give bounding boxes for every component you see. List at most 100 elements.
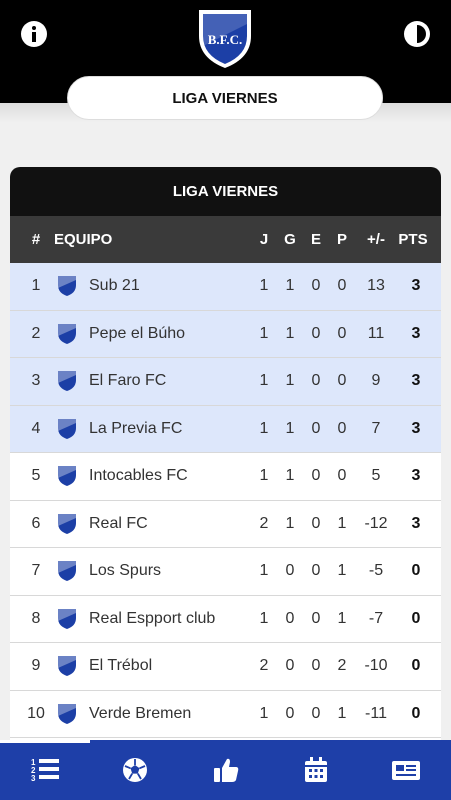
standings-body: 1 Sub 21 1 1 0 0 13 3 2 Pepe el Búho 1 1… [10,263,441,738]
team-name: Pepe el Búho [89,324,186,342]
team-name: Sub 21 [89,277,140,295]
team-shield-icon [57,453,77,500]
standings-card: LIGA VIERNES # EQUIPO J G E P +/- PTS 1 … [10,167,441,740]
row-position: 5 [31,467,41,485]
col-lost-header: P [336,231,347,248]
table-row[interactable]: 8 Real Espport club 1 0 0 1 -7 0 [10,595,441,643]
points: 0 [411,704,421,722]
team-shield-icon [57,358,77,405]
played: 1 [259,372,269,390]
team-shield-icon [57,263,77,310]
played: 1 [259,324,269,342]
points: 0 [411,562,421,580]
won: 1 [285,372,295,390]
goal-diff: -11 [365,704,387,722]
lost: 0 [337,372,347,390]
won: 1 [285,324,295,342]
team-shield-icon [57,406,77,453]
col-team-header: EQUIPO [54,231,113,248]
lost: 1 [337,609,347,627]
drawn: 0 [311,372,321,390]
table-row[interactable]: 5 Intocables FC 1 1 0 0 5 3 [10,453,441,501]
row-position: 2 [31,324,41,342]
row-position: 4 [31,419,41,437]
team-name: Real FC [89,514,148,532]
col-drawn-header: E [310,231,321,248]
goal-diff: 5 [371,467,381,485]
row-position: 3 [31,372,41,390]
info-icon[interactable] [21,21,47,47]
table-header: # EQUIPO J G E P +/- PTS [10,216,441,263]
goal-diff: -12 [364,514,388,532]
row-position: 6 [31,514,41,532]
row-position: 7 [31,562,41,580]
played: 1 [259,609,269,627]
table-row[interactable]: 3 El Faro FC 1 1 0 0 9 3 [10,358,441,406]
table-row[interactable]: 9 El Trébol 2 0 0 2 -10 0 [10,643,441,691]
team-shield-icon [57,596,77,643]
won: 1 [285,277,295,295]
lost: 0 [337,419,347,437]
lost: 1 [337,562,347,580]
club-logo: B.F.C. [199,10,251,68]
points: 3 [411,514,421,532]
played: 2 [259,514,269,532]
table-row[interactable]: 7 Los Spurs 1 0 0 1 -5 0 [10,548,441,596]
team-shield-icon [57,548,77,595]
team-name: El Trébol [89,657,153,675]
points: 3 [411,324,421,342]
played: 1 [259,419,269,437]
won: 0 [285,657,295,675]
won: 1 [285,419,295,437]
points: 3 [411,419,421,437]
points: 3 [411,372,421,390]
team-name: El Faro FC [89,372,167,390]
nav-votes[interactable] [180,740,270,800]
points: 0 [411,609,421,627]
drawn: 0 [311,609,321,627]
lost: 1 [337,704,347,722]
team-shield-icon [57,501,77,548]
nav-news[interactable] [361,740,451,800]
svg-text:3: 3 [31,774,36,783]
table-row[interactable]: 1 Sub 21 1 1 0 0 13 3 [10,263,441,311]
nav-calendar[interactable] [271,740,361,800]
drawn: 0 [311,657,321,675]
newspaper-icon [391,761,420,780]
lost: 1 [337,514,347,532]
nav-matches[interactable] [90,740,180,800]
soccer-ball-icon [123,758,148,782]
drawn: 0 [311,277,321,295]
team-name: La Previa FC [89,419,183,437]
goal-diff: -5 [368,562,384,580]
thumbs-up-icon [213,758,238,782]
table-row[interactable]: 4 La Previa FC 1 1 0 0 7 3 [10,405,441,453]
drawn: 0 [311,704,321,722]
goal-diff: 11 [367,324,385,342]
team-name: Intocables FC [89,467,188,485]
drawn: 0 [311,324,321,342]
goal-diff: 7 [371,419,381,437]
goal-diff: 13 [367,277,385,295]
won: 0 [285,704,295,722]
drawn: 0 [311,467,321,485]
theme-toggle-icon[interactable] [404,21,430,47]
won: 1 [285,467,295,485]
standings-list-icon: 1 2 3 [31,758,60,783]
points: 3 [411,467,421,485]
col-won-header: G [284,231,296,248]
calendar-icon [304,757,327,782]
lost: 0 [337,324,347,342]
table-row[interactable]: 6 Real FC 2 1 0 1 -12 3 [10,500,441,548]
team-name: Real Espport club [89,609,216,627]
table-row[interactable]: 2 Pepe el Búho 1 1 0 0 11 3 [10,310,441,358]
lost: 0 [337,467,347,485]
row-position: 8 [31,609,41,627]
league-selector-button[interactable]: LIGA VIERNES [67,76,383,120]
goal-diff: -10 [364,657,388,675]
played: 1 [259,277,269,295]
nav-standings[interactable]: 1 2 3 [0,740,91,800]
team-name: Verde Bremen [89,704,192,722]
table-row[interactable]: 10 Verde Bremen 1 0 0 1 -11 0 [10,690,441,738]
played: 1 [259,562,269,580]
